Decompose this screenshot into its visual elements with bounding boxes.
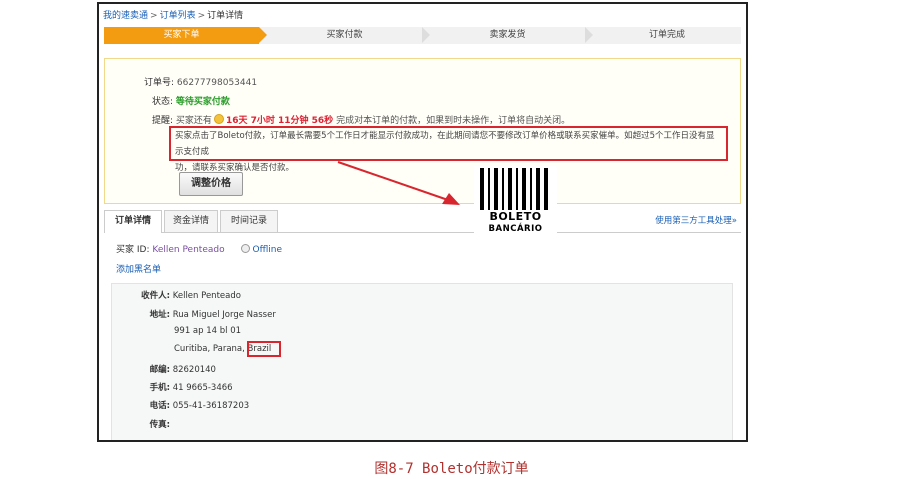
clock-icon	[213, 114, 224, 124]
order-number-label: 订单号:	[144, 78, 175, 88]
mobile-number: 41 9665-3466	[172, 383, 233, 393]
order-status-row: 状态: 等待买家付款	[152, 94, 230, 107]
step-seller-ship: 卖家发货	[489, 30, 526, 40]
barcode-bar	[516, 168, 518, 210]
annotation-arrow-icon	[337, 161, 460, 205]
recipient-label: 收件人:	[141, 291, 170, 301]
step-divider	[585, 27, 593, 43]
address-line2: 991 ap 14 bl 01	[174, 326, 242, 336]
barcode-bar	[536, 168, 540, 210]
phone-label: 电话:	[149, 401, 170, 411]
adjust-price-button[interactable]: 调整价格	[179, 172, 243, 196]
order-progress-steps: 买家下单 买家付款 卖家发货 订单完成	[104, 27, 741, 44]
order-status-label: 状态:	[152, 97, 174, 107]
zip-code: 82620140	[172, 365, 216, 375]
country-highlight	[247, 341, 281, 357]
barcode-bar	[522, 168, 526, 210]
step-divider	[422, 27, 430, 43]
barcode-bar	[502, 168, 504, 210]
tab-time-records[interactable]: 时间记录	[220, 210, 278, 232]
tab-order-details[interactable]: 订单详情	[104, 210, 162, 233]
barcode-bar	[508, 168, 512, 210]
step-divider	[259, 27, 267, 43]
third-party-tool-link[interactable]: 使用第三方工具处理»	[655, 214, 737, 226]
zip-row: 邮编: 82620140	[112, 363, 216, 375]
breadcrumb-home-link[interactable]: 我的速卖通	[103, 11, 148, 21]
phone-number: 055-41-36187203	[172, 401, 250, 411]
breadcrumb-separator: >	[150, 11, 158, 21]
recipient-row: 收件人: Kellen Penteado	[112, 289, 241, 301]
figure-caption: 图8-7 Boleto付款订单	[374, 461, 529, 477]
boleto-bancario-logo: BOLETO BANCÁRIO	[474, 166, 557, 238]
address-row: 地址: Rua Miguel Jorge Nasser	[112, 308, 276, 320]
order-number-row: 订单号: 66277798053441	[144, 75, 257, 88]
barcode-bar	[480, 168, 484, 210]
address-city: Curitiba, Parana,	[174, 344, 245, 354]
reminder-row: 提醒: 买家还有 16天 7小时 11分钟 56秒 完成对本订单的付款，如果到时未…	[152, 113, 570, 126]
boleto-notice-line1: 买家点击了Boleto付款，订单最长需要5个工作日才能显示付款成功，在此期间请您…	[175, 131, 715, 157]
step-buyer-order: 买家下单	[104, 27, 259, 44]
bancario-logo-text: BANCÁRIO	[488, 224, 543, 234]
boleto-logo-text: BOLETO	[489, 210, 542, 223]
step-buyer-pay: 买家付款	[326, 30, 363, 40]
boleto-notice-highlight: 买家点击了Boleto付款，订单最长需要5个工作日才能显示付款成功，在此期间请您…	[169, 126, 728, 173]
add-blacklist-link[interactable]: 添加黑名单	[116, 262, 161, 275]
breadcrumb: 我的速卖通 > 订单列表 > 订单详情	[103, 8, 243, 21]
barcode-bar	[544, 168, 548, 210]
buyer-id-label: 买家 ID:	[116, 245, 150, 255]
fax-label: 传真:	[149, 420, 170, 430]
address-label: 地址:	[149, 310, 170, 320]
fax-row: 传真:	[112, 418, 170, 430]
buyer-status: Offline	[241, 244, 283, 255]
breadcrumb-current: 订单详情	[207, 11, 244, 21]
recipient-name: Kellen Penteado	[172, 291, 241, 301]
breadcrumb-orders-link[interactable]: 订单列表	[160, 11, 196, 21]
mobile-label: 手机:	[149, 383, 170, 393]
buyer-status-text: Offline	[252, 245, 283, 255]
zip-label: 邮编:	[149, 365, 170, 375]
countdown-timer: 16天 7小时 11分钟 56秒	[225, 116, 334, 126]
offline-status-icon	[241, 244, 251, 253]
address-line1: Rua Miguel Jorge Nasser	[172, 310, 276, 320]
barcode-bar	[494, 168, 498, 210]
breadcrumb-separator: >	[197, 11, 206, 21]
tab-fund-details[interactable]: 资金详情	[164, 210, 218, 232]
mobile-row: 手机: 41 9665-3466	[112, 381, 233, 393]
order-detail-window: 我的速卖通 > 订单列表 > 订单详情 买家下单 买家付款 卖家发货 订单完成 订单号:…	[97, 2, 748, 442]
reminder-label: 提醒:	[152, 116, 174, 126]
order-number: 66277798053441	[176, 78, 258, 88]
buyer-info: 买家 ID: Kellen Penteado Offline	[116, 242, 282, 255]
phone-row: 电话: 055-41-36187203	[112, 399, 250, 411]
reminder-suffix: 完成对本订单的付款，如果到时未操作，订单将自动关闭。	[336, 116, 571, 126]
shipping-address-panel: 收件人: Kellen Penteado 地址: Rua Miguel Jorg…	[111, 283, 733, 440]
buyer-name-link[interactable]: Kellen Penteado	[152, 245, 224, 255]
barcode-bar	[488, 168, 490, 210]
detail-tabs: 订单详情 资金详情 时间记录 使用第三方工具处理»	[104, 210, 741, 233]
step-order-complete: 订单完成	[648, 30, 685, 40]
reminder-prefix: 买家还有	[175, 116, 212, 126]
barcode-bar	[530, 168, 532, 210]
order-status: 等待买家付款	[175, 97, 230, 107]
